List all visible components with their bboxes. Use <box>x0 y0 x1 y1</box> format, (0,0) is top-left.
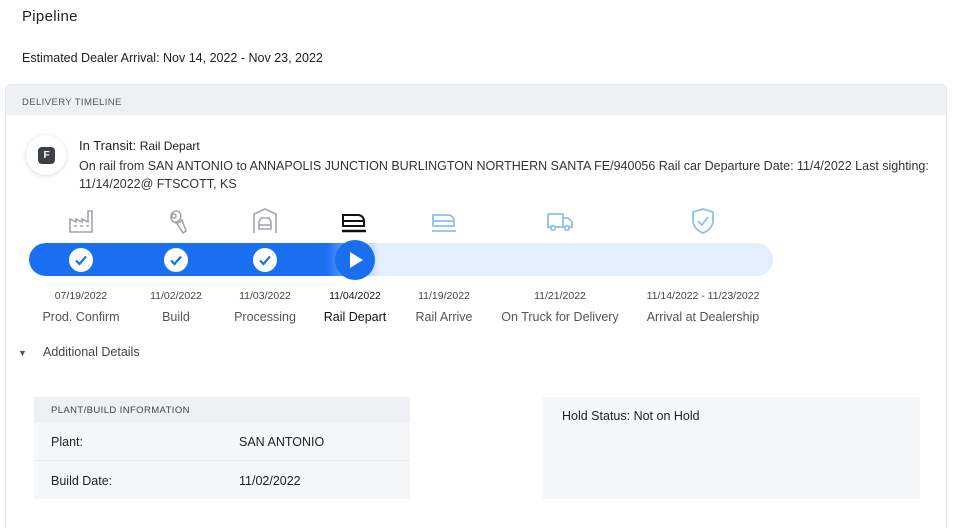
car-processing-icon <box>251 207 279 235</box>
step-label: On Truck for Delivery <box>501 310 619 324</box>
status-avatar: F <box>26 135 66 175</box>
chevron-down-icon: ▼ <box>18 348 27 358</box>
plant-row: Plant: SAN ANTONIO <box>34 421 410 460</box>
step-date-current: 11/04/2022 <box>329 290 381 302</box>
step-date: 11/02/2022 <box>150 290 202 302</box>
status-line: In Transit: Rail Depart <box>79 138 200 153</box>
hold-status-panel: Hold Status: Not on Hold <box>543 397 920 499</box>
estimated-arrival: Estimated Dealer Arrival: Nov 14, 2022 -… <box>22 51 323 65</box>
brand-badge-icon: F <box>38 147 55 164</box>
build-date-label: Build Date: <box>51 474 113 488</box>
wrench-icon <box>161 207 189 235</box>
step-date: 11/21/2022 <box>534 290 586 302</box>
build-date-value: 11/02/2022 <box>239 474 301 488</box>
current-step-play-icon <box>335 240 375 280</box>
status-prefix: In Transit: <box>79 138 137 153</box>
step-date: 11/14/2022 - 11/23/2022 <box>646 290 760 302</box>
plant-value: SAN ANTONIO <box>239 435 325 449</box>
status-description: On rail from SAN ANTONIO to ANNAPOLIS JU… <box>79 159 929 191</box>
additional-details-label: Additional Details <box>43 345 140 359</box>
delivery-timeline-header: DELIVERY TIMELINE <box>6 85 946 115</box>
step-label: Prod. Confirm <box>42 310 120 324</box>
step-date: 07/19/2022 <box>54 290 108 302</box>
plant-build-panel: PLANT/BUILD INFORMATION Plant: SAN ANTON… <box>34 397 410 499</box>
step-label: Arrival at Dealership <box>646 310 760 324</box>
page-title: Pipeline <box>22 8 78 25</box>
train-icon <box>430 207 458 235</box>
step-done-check-icon <box>253 248 277 272</box>
build-date-row: Build Date: 11/02/2022 <box>34 460 410 499</box>
step-label: Processing <box>234 310 296 324</box>
status-value: Rail Depart <box>139 139 200 153</box>
step-label-current: Rail Depart <box>323 310 387 324</box>
step-label: Build <box>162 310 190 324</box>
step-done-check-icon <box>69 248 93 272</box>
step-label: Rail Arrive <box>415 310 473 324</box>
delivery-timeline-card: DELIVERY TIMELINE F In Transit: Rail Dep… <box>5 84 947 528</box>
step-date: 11/03/2022 <box>239 290 291 302</box>
factory-icon <box>67 207 95 235</box>
shield-check-icon <box>689 207 717 235</box>
progress-track <box>29 243 773 276</box>
plant-build-header: PLANT/BUILD INFORMATION <box>34 397 410 421</box>
hold-status: Hold Status: Not on Hold <box>562 409 700 423</box>
step-done-check-icon <box>164 248 188 272</box>
step-date: 11/19/2022 <box>418 290 470 302</box>
truck-icon <box>546 207 574 235</box>
additional-details-toggle[interactable]: ▼ Additional Details <box>18 345 140 359</box>
plant-label: Plant: <box>51 435 83 449</box>
train-icon <box>340 207 368 235</box>
